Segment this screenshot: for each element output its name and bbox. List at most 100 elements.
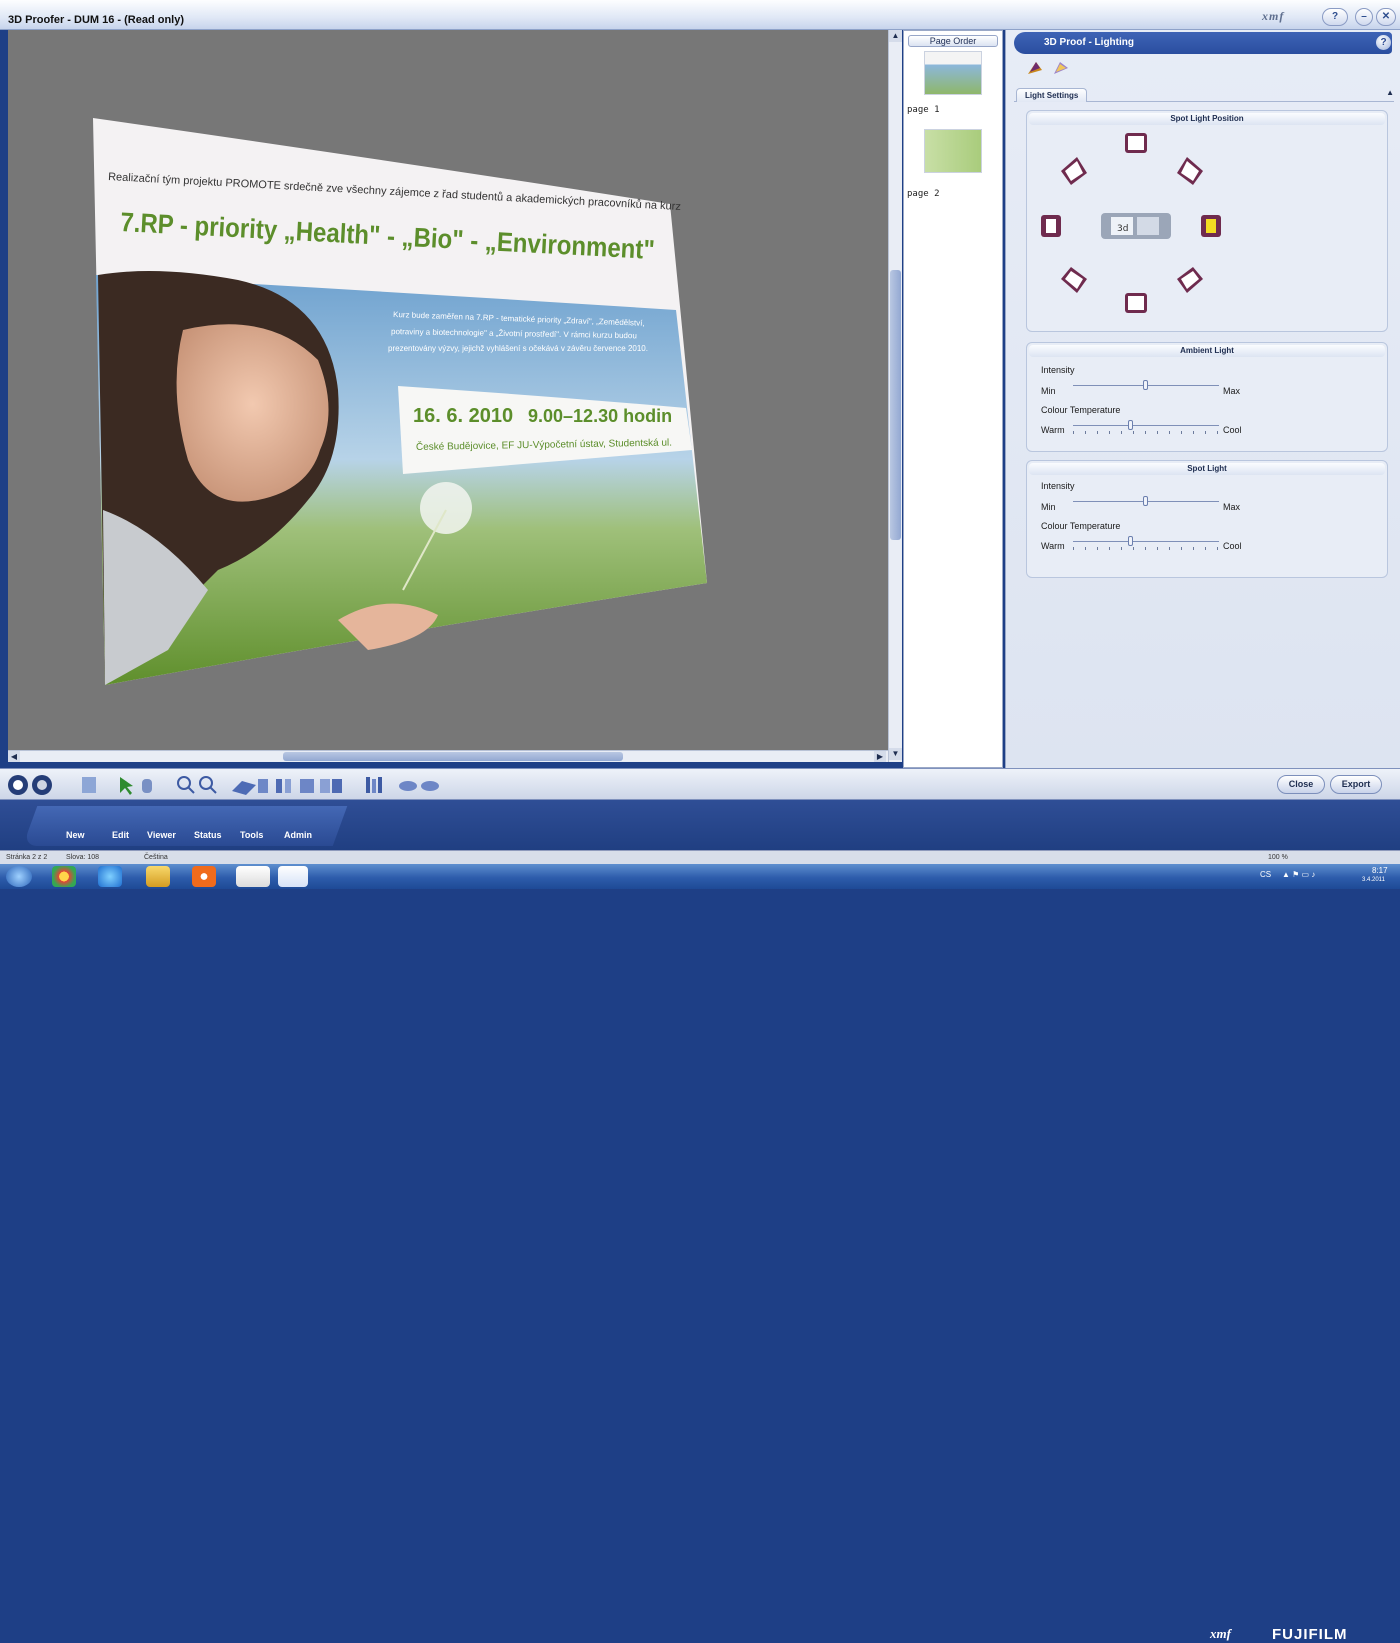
lighting-toolbar [1028,62,1068,74]
xmf-brand-logo: xmf [1210,1626,1231,1641]
explorer-taskbar-icon[interactable] [146,866,170,887]
page-2-label: page 2 [907,189,940,199]
light-position-right-icon[interactable] [1201,215,1221,237]
light-position-top-icon[interactable] [1125,133,1147,153]
page-2-thumbnail[interactable] [924,129,982,173]
tool-icons [8,775,439,795]
start-button[interactable] [6,866,32,887]
menu-viewer[interactable]: Viewer [147,830,176,840]
view-back-icon[interactable] [32,775,52,795]
scroll-left-arrow-icon[interactable]: ◀ [8,751,20,762]
help-button[interactable]: ? [1322,8,1348,26]
zoom-out-icon[interactable] [199,776,217,794]
3d-viewport[interactable]: Realizační tým projektu PROMOTE srdečně … [8,30,888,750]
spot-position-grid: 3d [1041,133,1221,313]
export-button[interactable]: Export [1330,775,1382,794]
page-order-header: Page Order [908,35,998,47]
tray-date[interactable]: 3.4.2011 [1362,877,1385,883]
spot-colour-temp-slider[interactable] [1073,536,1219,550]
tray-language[interactable]: CS [1260,870,1271,879]
light-position-center-icon[interactable]: 3d [1101,213,1171,239]
cover-icon[interactable] [300,779,314,793]
ambient-intensity-label: Intensity [1041,365,1075,375]
page-1-label: page 1 [907,105,940,115]
menu-admin[interactable]: Admin [284,830,312,840]
light-settings-tabbar: Light Settings ▲ [1014,88,1394,102]
status-zoom[interactable]: 100 % [1268,851,1288,864]
menu-edit[interactable]: Edit [112,830,129,840]
light-position-bottom-icon[interactable] [1125,293,1147,313]
close-button[interactable]: Close [1277,775,1325,794]
tray-time[interactable]: 8:17 [1372,866,1388,875]
spot-colour-temp-label: Colour Temperature [1041,521,1121,531]
viewport-vertical-scrollbar[interactable]: ▲ ▼ [888,30,902,762]
spot-intensity-knob[interactable] [1143,496,1148,506]
fujifilm-logo: FUJIFILM [1272,1626,1348,1643]
scroll-up-arrow-icon[interactable]: ▲ [889,30,902,42]
poster-date: 16. 6. 2010 [413,405,513,427]
spine-icon[interactable] [276,779,291,793]
menu-status[interactable]: Status [194,830,222,840]
status-words: Slova: 108 [66,854,100,861]
status-bar: Stránka 2 z 2 Slova: 108 Čeština 100 % [0,850,1400,864]
collapse-icon[interactable]: ▲ [1386,88,1394,97]
ambient-colour-temp-slider[interactable] [1073,420,1219,434]
rotate-book-icon[interactable] [232,781,256,795]
ambient-tool-icon[interactable] [1054,62,1068,74]
spotlight-tool-icon[interactable] [1028,62,1042,74]
status-page: Stránka 2 z 2 [6,854,48,861]
bookshelf-icon[interactable] [366,777,382,793]
spot-min-label: Min [1041,502,1056,512]
ambient-light-box: Ambient Light Intensity Min Max Colour T… [1026,342,1388,452]
main-menu-bar: New Edit Viewer Status Tools Admin xmf F… [0,800,1400,1643]
lighting-help-icon[interactable]: ? [1376,35,1391,50]
poster-body-3: prezentovány výzvy, jejichž vyhlášení s … [388,344,648,353]
page-flip-icon[interactable] [258,779,268,793]
windows-taskbar: CS ▲ ⚑ ▭ ♪ 8:17 3.4.2011 [0,864,1400,889]
spot-max-label: Max [1223,502,1241,512]
tray-icons[interactable]: ▲ ⚑ ▭ ♪ [1282,870,1315,879]
tab-light-settings[interactable]: Light Settings [1016,88,1088,102]
viewport-horizontal-scrollbar[interactable]: ◀ ▶ [8,750,888,762]
media-player-taskbar-icon[interactable] [192,866,216,887]
spot-intensity-label: Intensity [1041,481,1075,491]
horizontal-scroll-thumb[interactable] [283,752,623,761]
ambient-max-label: Max [1223,386,1241,396]
menu-tools[interactable]: Tools [240,830,263,840]
page-1-thumbnail[interactable] [924,51,982,95]
close-window-button[interactable]: ✕ [1376,8,1396,26]
spot-colour-temp-knob[interactable] [1128,536,1134,546]
scroll-right-arrow-icon[interactable]: ▶ [874,751,886,762]
menu-new[interactable]: New [66,830,85,840]
select-arrow-icon[interactable] [120,777,133,795]
ambient-min-label: Min [1041,386,1056,396]
light-position-bottom-left-icon[interactable] [1061,267,1087,293]
word-taskbar-icon[interactable] [278,866,308,887]
view-front-icon[interactable] [8,775,28,795]
chrome-taskbar-icon[interactable] [52,866,76,887]
spread-icon[interactable] [320,779,342,793]
window-title: 3D Proofer - DUM 16 - (Read only) [8,14,185,26]
light-position-left-icon[interactable] [1041,215,1061,237]
scroll-down-arrow-icon[interactable]: ▼ [889,748,902,760]
light-position-bottom-right-icon[interactable] [1177,267,1203,293]
vertical-scroll-thumb[interactable] [890,270,901,540]
pan-hand-icon[interactable] [142,779,152,793]
light-position-top-right-icon[interactable] [1177,157,1203,185]
glasses-icon[interactable] [399,781,439,791]
ambient-intensity-knob[interactable] [1143,380,1148,390]
poster-time: 9.00–12.30 hodin [528,406,672,426]
ambient-colour-temp-knob[interactable] [1128,420,1134,430]
app-window: 3D Proofer - DUM 16 - (Read only) xmf ? … [0,0,1400,1643]
light-position-top-left-icon[interactable] [1061,157,1087,185]
ambient-intensity-slider[interactable] [1073,380,1219,390]
title-bar: 3D Proofer - DUM 16 - (Read only) xmf ? … [0,0,1400,30]
xmf-taskbar-icon[interactable] [236,866,270,887]
bottom-toolbar: Close Export [0,768,1400,800]
lighting-panel-header: 3D Proof - Lighting [1014,32,1392,54]
spot-intensity-slider[interactable] [1073,496,1219,506]
ie-taskbar-icon[interactable] [98,866,122,887]
page-icon[interactable] [82,777,96,793]
zoom-in-icon[interactable] [177,776,195,794]
minimize-button[interactable]: – [1355,8,1373,26]
